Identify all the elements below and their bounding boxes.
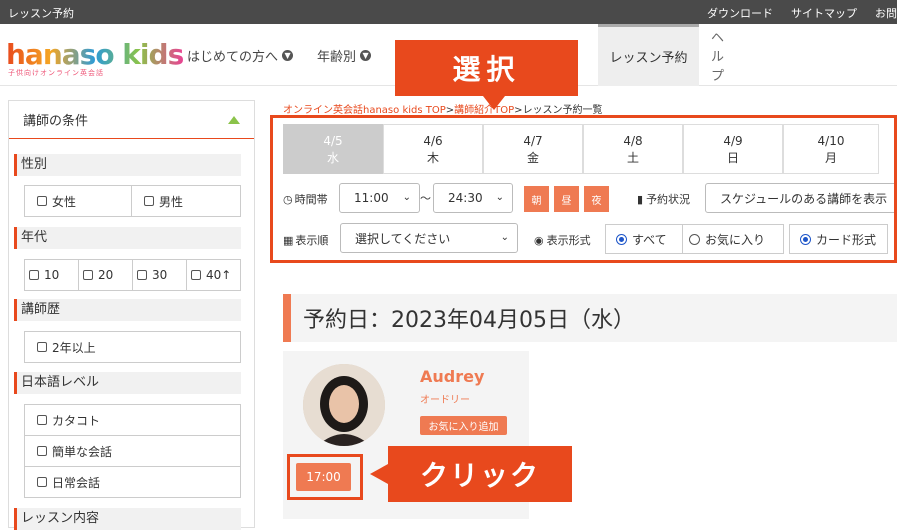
checkbox-icon: [191, 270, 201, 280]
logo-text: hanaso kids: [6, 38, 184, 71]
top-bar-links: ダウンロード サイトマップ お問: [707, 5, 897, 21]
teacher-name[interactable]: Audrey: [420, 367, 484, 386]
chevron-down-icon: ▼: [360, 49, 372, 61]
checkbox-jp-daily[interactable]: 日常会話: [24, 466, 241, 498]
sidebar-header[interactable]: 講師の条件: [9, 101, 254, 139]
checkbox-icon: [37, 342, 47, 352]
checkbox-icon: [29, 270, 39, 280]
add-favorite-button[interactable]: お気に入り追加: [420, 416, 507, 435]
collapse-triangle-icon: [228, 116, 240, 124]
checkbox-icon: [137, 270, 147, 280]
checkbox-icon: [37, 196, 47, 206]
checkbox-male[interactable]: 男性: [131, 185, 241, 217]
checkbox-age-10[interactable]: 10: [24, 259, 79, 291]
teacher-avatar[interactable]: [303, 364, 385, 446]
teacher-name-kana: オードリー: [420, 395, 470, 406]
checkbox-icon: [37, 477, 47, 487]
section-age: 年代: [14, 227, 241, 249]
top-bar-title: レッスン予約: [8, 7, 74, 20]
checkbox-career-2years[interactable]: 2年以上: [24, 331, 241, 363]
teacher-photo: [303, 364, 385, 446]
checkbox-icon: [144, 196, 154, 206]
checkbox-female[interactable]: 女性: [24, 185, 132, 217]
checkbox-icon: [83, 270, 93, 280]
section-lesson-content: レッスン内容: [14, 508, 241, 530]
checkbox-age-40[interactable]: 40↑: [186, 259, 241, 291]
checkbox-jp-katakoto[interactable]: カタコト: [24, 404, 241, 436]
section-japanese-level: 日本語レベル: [14, 372, 241, 394]
reservation-date-title: 予約日：2023年04月05日（水）: [283, 294, 897, 342]
logo-subtitle: 子供向けオンライン英会話: [8, 69, 104, 77]
section-gender: 性別: [14, 154, 241, 176]
main-nav: はじめての方へ▼ 年齢別▼ 料 レッスン予約 ヘルプ: [175, 24, 724, 86]
nav-by-age[interactable]: 年齢別 ▼: [305, 24, 383, 86]
filter-highlight-box: [270, 115, 897, 263]
nav-beginners[interactable]: はじめての方へ ▼: [175, 24, 305, 86]
breadcrumb: オンライン英会話hanaso kids TOP>講師紹介TOP>レッスン予約一覧: [283, 105, 603, 116]
sidebar-header-label: 講師の条件: [23, 114, 89, 129]
checkbox-age-20[interactable]: 20: [78, 259, 133, 291]
time-slot-button[interactable]: 17:00: [296, 463, 351, 491]
top-bar: レッスン予約 ダウンロード サイトマップ お問: [0, 0, 897, 24]
nav-lesson-reservation[interactable]: レッスン予約: [598, 24, 699, 86]
checkbox-icon: [37, 446, 47, 456]
select-callout: 選択: [395, 40, 578, 110]
click-callout: クリック: [370, 446, 572, 502]
checkbox-jp-simple[interactable]: 簡単な会話: [24, 435, 241, 467]
chevron-down-icon: ▼: [282, 49, 294, 61]
download-link[interactable]: ダウンロード: [707, 5, 773, 21]
checkbox-icon: [37, 415, 47, 425]
inquiry-link[interactable]: お問: [875, 5, 897, 21]
section-career: 講師歴: [14, 299, 241, 321]
checkbox-age-30[interactable]: 30: [132, 259, 187, 291]
sitemap-link[interactable]: サイトマップ: [791, 5, 857, 21]
nav-help[interactable]: ヘルプ: [711, 24, 724, 86]
logo[interactable]: hanaso kids 子供向けオンライン英会話: [6, 38, 184, 77]
